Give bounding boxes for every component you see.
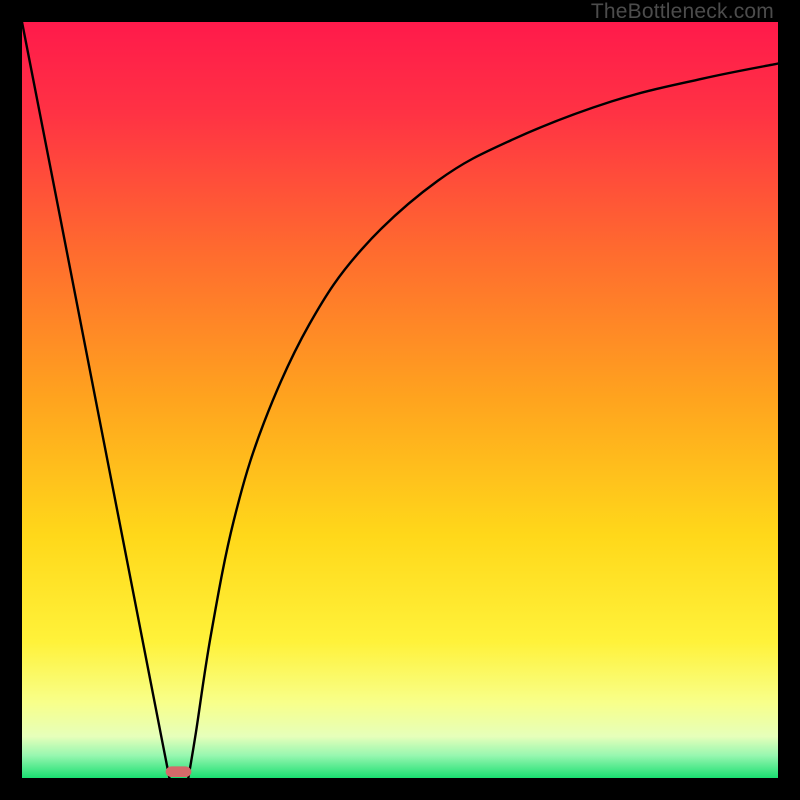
watermark-text: TheBottleneck.com (591, 0, 774, 24)
chart-frame: TheBottleneck.com (0, 0, 800, 800)
bottleneck-marker (166, 766, 192, 777)
chart-svg (22, 22, 778, 778)
chart-background (22, 22, 778, 778)
